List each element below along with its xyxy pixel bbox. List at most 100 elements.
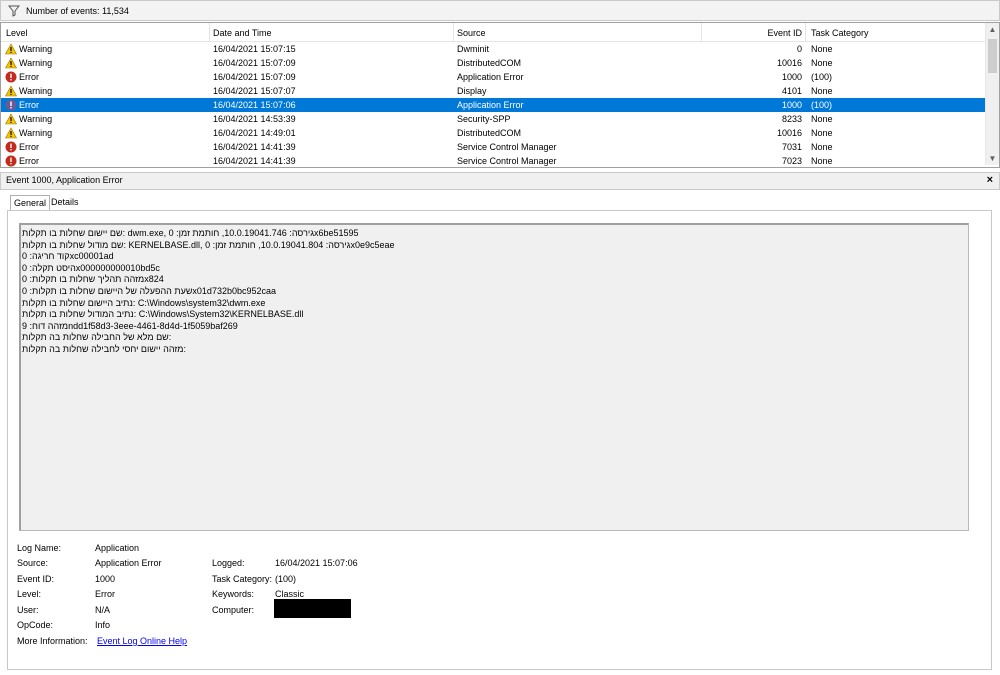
description-line: שעת ההפעלה של היישום שחלות בו תקלות: 0x0… [22,286,276,296]
label-opcode: OpCode: [17,620,54,630]
value-level: Error [95,589,115,599]
level-cell: Error [5,154,39,167]
level-text: Warning [19,58,53,68]
event-count: Number of events: 11,534 [26,5,129,16]
event-id-cell: 10016 [776,58,802,68]
event-row[interactable]: Warning 16/04/2021 14:53:39 Security-SPP 82… [1,112,985,126]
description-line: נתיב היישום שחלות בו תקלות: C:\Windows\s… [22,297,266,308]
value-task-category: (100) [275,574,297,584]
source-cell: Application Error [457,72,524,82]
task-category-cell: None [811,114,833,124]
date-cell: 16/04/2021 15:07:09 [213,72,296,82]
event-list-header: Level Date and Time Source Event ID Task… [1,23,985,42]
level-text: Warning [19,44,53,54]
vertical-scrollbar[interactable]: ▲ ▼ [985,23,999,165]
scroll-down-icon[interactable]: ▼ [986,152,999,165]
label-logged: Logged: [212,558,245,568]
event-id-cell: 8233 [781,114,802,124]
task-category-cell: None [811,58,833,68]
column-level[interactable]: Level [6,26,28,40]
event-id-cell: 0 [796,44,802,54]
column-task-category[interactable]: Task Category [811,26,869,40]
date-cell: 16/04/2021 15:07:09 [213,58,296,68]
event-list[interactable]: Level Date and Time Source Event ID Task… [0,22,1000,168]
filter-icon[interactable] [8,5,20,17]
level-cell: Warning [5,126,52,140]
detail-header: Event 1000, Application Error × [0,172,1000,190]
event-row[interactable]: Error 16/04/2021 15:07:09 Application Erro… [1,70,985,84]
scroll-thumb[interactable] [988,39,997,73]
scroll-up-icon[interactable]: ▲ [986,23,999,36]
level-cell: Error [5,98,39,112]
description-line: מזהה תהליך שחלות בו תקלות: 0x824 [22,274,164,285]
description-line: שם מלא של החבילה שחלות בה תקלות: [22,332,172,343]
warning-icon [5,43,17,55]
event-row[interactable]: Warning 16/04/2021 14:49:01 DistributedCOM… [1,126,985,140]
level-cell: Error [5,70,39,84]
event-row[interactable]: Error 16/04/2021 15:07:06 Application Erro… [1,98,985,112]
description-line: היסט תקלה: 0x000000000010bd5c [22,262,160,273]
event-row[interactable]: Error 16/04/2021 14:41:39 Service Control … [1,154,985,167]
description-line: שם יישום שחלות בו תקלות: dwm.exe, גירסה:… [22,228,359,238]
close-icon[interactable]: × [987,174,993,186]
label-log-name: Log Name: [17,543,62,553]
source-cell: DistributedCOM [457,58,522,68]
date-cell: 16/04/2021 14:41:39 [213,142,296,152]
column-source[interactable]: Source [457,26,486,40]
date-cell: 16/04/2021 15:07:15 [213,44,296,54]
warning-icon [5,85,17,97]
event-row[interactable]: Warning 16/04/2021 15:07:09 DistributedCOM… [1,56,985,70]
level-text: Error [19,142,39,152]
source-cell: DistributedCOM [457,128,522,138]
task-category-cell: None [811,128,833,138]
value-opcode: Info [95,620,111,630]
tab-details[interactable]: Details [48,195,82,209]
date-cell: 16/04/2021 15:07:06 [213,100,296,110]
event-row[interactable]: Warning 16/04/2021 15:07:07 Display 4101 Non… [1,84,985,98]
warning-icon [5,57,17,69]
warning-icon [5,127,17,139]
description-line: נתיב המודול שחלות בו תקלות: C:\Windows\S… [22,309,304,320]
level-text: Error [19,72,39,82]
task-category-cell: (100) [811,100,833,110]
computer-name-redacted [274,599,351,618]
level-text: Error [19,156,39,166]
source-cell: Dwminit [457,44,490,54]
event-description[interactable]: שם יישום שחלות בו תקלות: dwm.exe, גירסה:… [19,223,969,531]
error-icon [5,71,17,83]
level-text: Warning [19,86,53,96]
event-log-online-help-link[interactable]: Event Log Online Help [97,635,187,647]
error-icon [5,141,17,153]
event-id-cell: 10016 [776,128,802,138]
level-cell: Warning [5,84,52,98]
column-event-id[interactable]: Event ID [731,26,802,40]
value-user: N/A [95,605,111,615]
level-cell: Error [5,140,39,154]
description-line: קוד חריגה: 0xc00001ad [22,251,114,262]
date-cell: 16/04/2021 14:53:39 [213,114,296,124]
task-category-cell: None [811,142,833,152]
general-panel: שם יישום שחלות בו תקלות: dwm.exe, גירסה:… [7,210,992,670]
event-row[interactable]: Error 16/04/2021 14:41:39 Service Control … [1,140,985,154]
column-date[interactable]: Date and Time [213,26,272,40]
event-id-cell: 1000 [781,72,802,82]
label-user: User: [17,605,39,615]
task-category-cell: (100) [811,72,833,82]
level-cell: Warning [5,112,52,126]
source-cell: Display [457,86,487,96]
label-keywords: Keywords: [212,589,255,599]
value-event-id: 1000 [95,574,116,584]
tab-general[interactable]: General [10,195,51,210]
date-cell: 16/04/2021 14:49:01 [213,128,296,138]
source-cell: Security-SPP [457,114,511,124]
level-cell: Warning [5,56,52,70]
source-cell: Application Error [457,100,524,110]
detail-title: Event 1000, Application Error [6,175,123,185]
level-text: Warning [19,128,53,138]
source-cell: Service Control Manager [457,156,557,166]
event-row[interactable]: Warning 16/04/2021 15:07:15 Dwminit 0 None [1,42,985,56]
task-category-cell: None [811,44,833,54]
task-category-cell: None [811,86,833,96]
error-icon [5,99,17,111]
source-cell: Service Control Manager [457,142,557,152]
